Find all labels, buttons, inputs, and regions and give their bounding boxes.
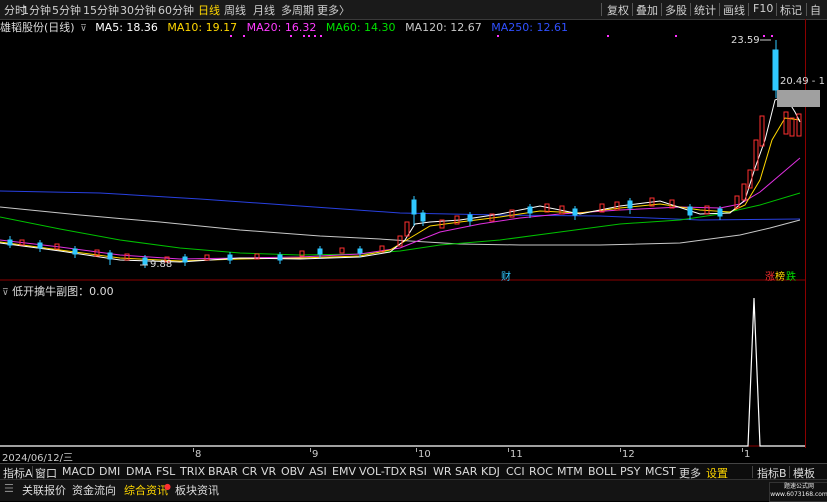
date-label: 12 xyxy=(622,449,635,460)
tab-obv[interactable]: OBV xyxy=(281,465,304,478)
tab-vol-tdx[interactable]: VOL-TDX xyxy=(359,465,407,478)
ma250-line xyxy=(0,190,801,221)
date-label: 10 xyxy=(418,449,431,460)
custom-button[interactable]: 自 xyxy=(810,2,821,18)
high-price-label: 23.59 xyxy=(731,35,760,46)
date-label: 9 xyxy=(312,449,319,460)
drop-marker[interactable]: 跌 xyxy=(786,268,796,283)
tab-cci[interactable]: CCI xyxy=(506,465,525,478)
tab-asi[interactable]: ASI xyxy=(309,465,327,478)
tab-psy[interactable]: PSY xyxy=(620,465,640,478)
tab-mcst[interactable]: MCST xyxy=(645,465,676,478)
rank-marker[interactable]: 榜 xyxy=(775,268,785,283)
tab-news[interactable]: 综合资讯 xyxy=(124,482,168,498)
tab-cr[interactable]: CR xyxy=(242,465,257,478)
ma5-line xyxy=(0,95,801,263)
tab-macd[interactable]: MACD xyxy=(62,465,95,478)
alert-icon: ● xyxy=(164,482,171,491)
low-price-label: 9.88 xyxy=(150,259,173,270)
sub-indicator-value: 低开擒牛副图：0.00 xyxy=(12,285,114,298)
right-price-label: 20.49 - 1 xyxy=(780,76,825,87)
tab-sar[interactable]: SAR xyxy=(455,465,477,478)
date-label: 1 xyxy=(744,449,751,460)
bottom-info-bar: ☰ 关联报价 资金流向 综合资讯 ● 板块资讯 xyxy=(0,479,827,501)
tab-roc[interactable]: ROC xyxy=(529,465,553,478)
tab-vr[interactable]: VR xyxy=(261,465,276,478)
date-label: 2024/06/12/三 xyxy=(2,453,74,464)
dropdown-icon[interactable]: ⊽ xyxy=(2,288,9,298)
tab-brar[interactable]: BRAR xyxy=(208,465,238,478)
tab-kdj[interactable]: KDJ xyxy=(481,465,500,478)
finance-marker[interactable]: 财 xyxy=(501,268,511,283)
tab-mtm[interactable]: MTM xyxy=(557,465,583,478)
date-label: 11 xyxy=(510,449,523,460)
tab-emv[interactable]: EMV xyxy=(332,465,356,478)
date-axis: 2024/06/12/三 8 9 10 11 12 1 xyxy=(0,448,805,464)
indicator-tab-bar: 指标A 窗口 MACD DMI DMA FSL TRIX BRAR CR VR … xyxy=(0,463,827,480)
tab-related-quotes[interactable]: 关联报价 xyxy=(22,482,66,498)
watermark: 题速公式网 www.6073168.com xyxy=(769,482,827,502)
tab-fsl[interactable]: FSL xyxy=(156,465,175,478)
tab-sector-news[interactable]: 板块资讯 xyxy=(175,482,219,498)
collapse-icon[interactable]: ☰ xyxy=(4,482,14,495)
price-chart[interactable] xyxy=(0,0,805,450)
tab-dma[interactable]: DMA xyxy=(126,465,152,478)
limit-up-marker[interactable]: 涨 xyxy=(765,268,775,283)
tab-rsi[interactable]: RSI xyxy=(409,465,427,478)
price-cursor-box xyxy=(777,90,820,107)
tab-dmi[interactable]: DMI xyxy=(99,465,120,478)
tab-fund-flow[interactable]: 资金流向 xyxy=(72,482,116,498)
tab-wr[interactable]: WR xyxy=(433,465,452,478)
tab-boll[interactable]: BOLL xyxy=(588,465,616,478)
sub-indicator-line xyxy=(0,297,805,447)
tab-trix[interactable]: TRIX xyxy=(180,465,205,478)
sub-indicator-title: ⊽ 低开擒牛副图：0.00 xyxy=(2,283,114,299)
date-label: 8 xyxy=(195,449,202,460)
